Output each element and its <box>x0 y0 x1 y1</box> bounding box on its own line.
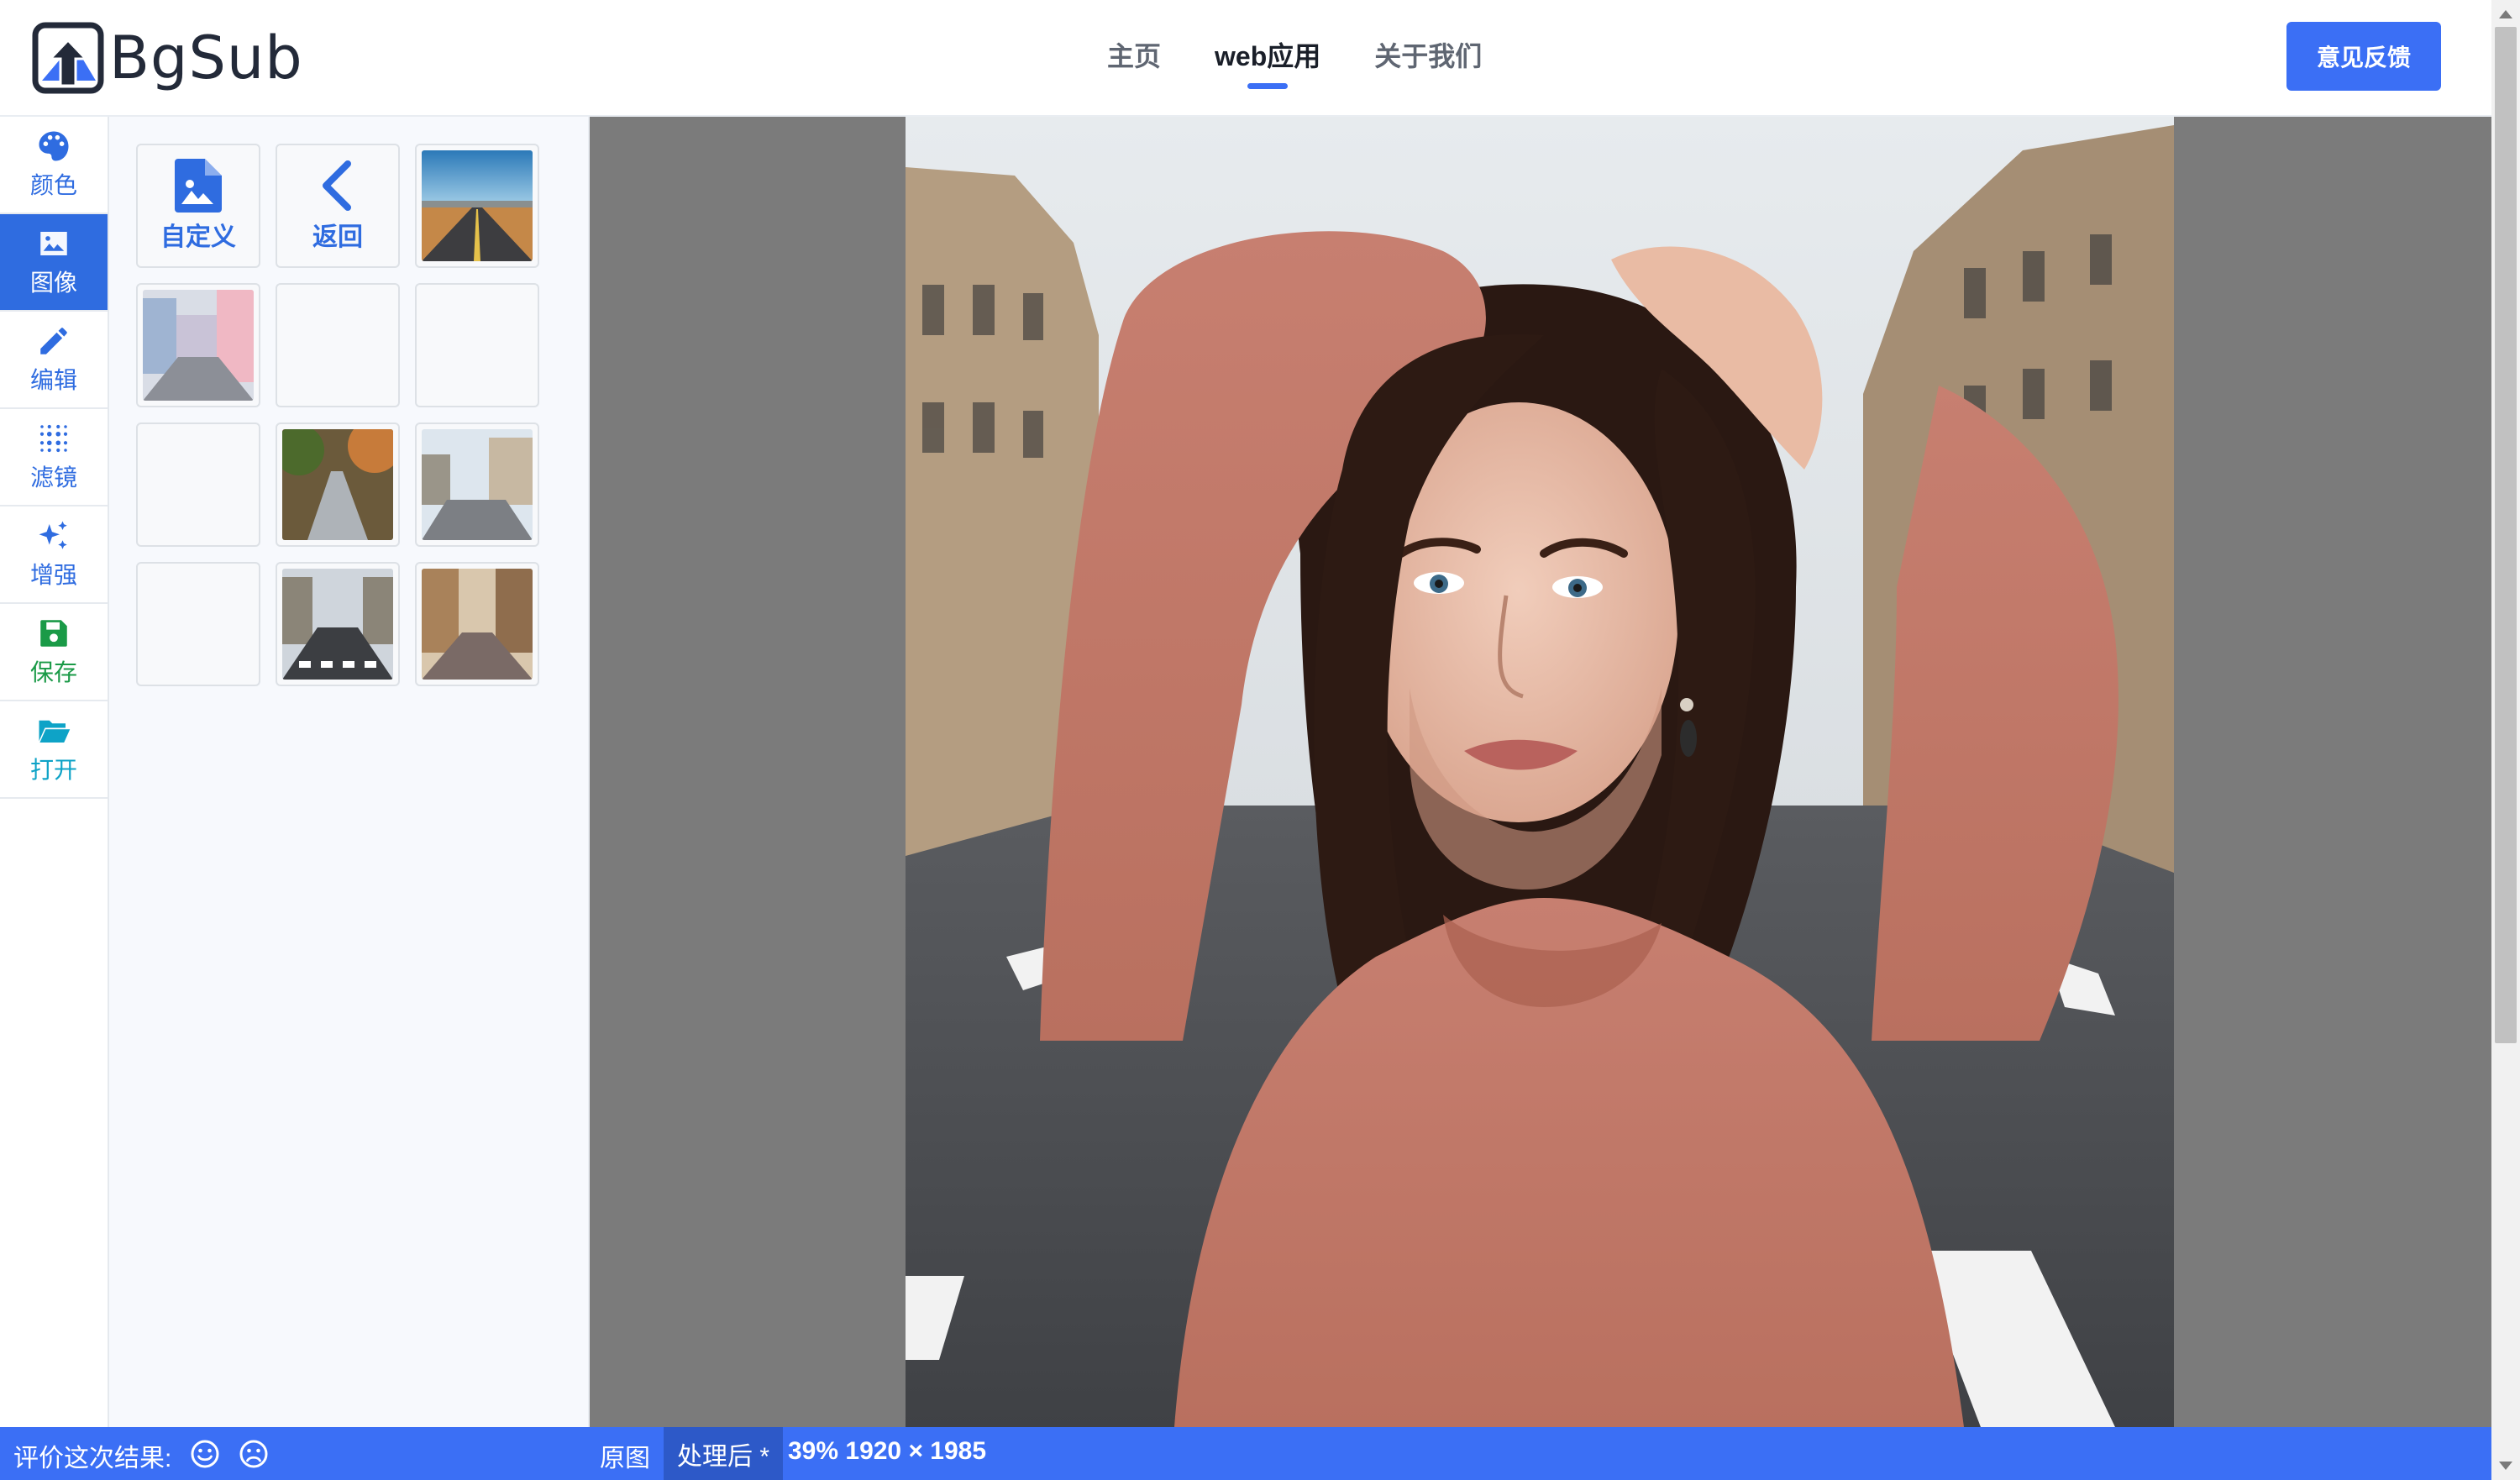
original-view-tab[interactable]: 原图 <box>600 1437 650 1474</box>
background-thumbnail-empty[interactable] <box>136 422 260 547</box>
processed-view-label: 处理后 * <box>677 1442 770 1471</box>
background-thumbnail[interactable] <box>276 422 400 547</box>
city-street-thumbnail <box>422 429 533 540</box>
background-thumbnail[interactable] <box>136 283 260 407</box>
background-thumbnail[interactable] <box>415 144 539 268</box>
main-nav: 主页 web应用 关于我们 <box>1107 32 1482 89</box>
desert-road-thumbnail <box>422 150 533 261</box>
editor-canvas[interactable] <box>590 117 2491 1427</box>
tool-color-label: 颜色 <box>29 172 77 198</box>
happy-face-icon[interactable] <box>190 1439 220 1469</box>
background-thumbnail[interactable] <box>276 562 400 686</box>
tool-open-label: 打开 <box>29 757 77 783</box>
tool-open[interactable]: 打开 <box>0 701 108 799</box>
background-grid: 自定义 返回 <box>136 144 539 686</box>
tool-save[interactable]: 保存 <box>0 604 108 701</box>
pencil-icon <box>40 328 67 354</box>
tool-filter[interactable]: 滤镜 <box>0 409 108 506</box>
background-thumbnail-empty[interactable] <box>276 283 400 407</box>
crosswalk-street-thumbnail <box>282 569 393 680</box>
custom-background-button[interactable]: 自定义 <box>136 144 260 268</box>
custom-label: 自定义 <box>160 223 236 251</box>
filter-dots-icon <box>39 424 68 453</box>
floppy-icon <box>40 620 67 647</box>
file-image-icon <box>175 159 222 213</box>
feedback-button[interactable]: 意见反馈 <box>2286 22 2441 91</box>
palette-icon <box>39 131 69 161</box>
scroll-up-arrow-icon[interactable] <box>2499 10 2512 18</box>
brand-logo[interactable]: BgSub <box>32 20 303 96</box>
app-header: BgSub 主页 web应用 关于我们 意见反馈 <box>0 0 2491 117</box>
tool-edit[interactable]: 编辑 <box>0 312 108 409</box>
background-panel: 自定义 返回 <box>109 117 590 1427</box>
tool-enhance-label: 增强 <box>29 562 77 588</box>
image-icon <box>40 232 67 255</box>
chevron-left-icon <box>323 160 351 211</box>
tool-enhance[interactable]: 增强 <box>0 506 108 604</box>
scroll-down-arrow-icon[interactable] <box>2499 1462 2512 1470</box>
background-thumbnail[interactable] <box>415 422 539 547</box>
pink-street-thumbnail <box>143 290 254 401</box>
scrollbar-thumb[interactable] <box>2495 27 2517 1043</box>
nav-web-app[interactable]: web应用 <box>1215 32 1320 89</box>
nav-about-us[interactable]: 关于我们 <box>1374 32 1482 77</box>
brand-name: BgSub <box>109 24 303 92</box>
sad-face-icon[interactable] <box>239 1439 269 1469</box>
tool-image[interactable]: 图像 <box>0 214 108 312</box>
background-thumbnail-empty[interactable] <box>415 283 539 407</box>
tool-save-label: 保存 <box>29 659 77 685</box>
tool-color[interactable]: 颜色 <box>0 117 108 214</box>
back-button[interactable]: 返回 <box>276 144 400 268</box>
processed-view-tab[interactable]: 处理后 * <box>664 1427 784 1480</box>
logo-icon <box>32 22 104 94</box>
background-thumbnail-empty[interactable] <box>136 562 260 686</box>
background-thumbnail[interactable] <box>415 562 539 686</box>
folder-open-icon <box>39 720 71 743</box>
tool-edit-label: 编辑 <box>29 367 77 393</box>
nav-home[interactable]: 主页 <box>1107 32 1161 77</box>
tool-image-label: 图像 <box>29 270 77 296</box>
tool-filter-label: 滤镜 <box>29 464 77 491</box>
rate-result-label: 评价这次结果: <box>13 1445 172 1472</box>
page-scrollbar[interactable] <box>2491 0 2520 1480</box>
tree-road-thumbnail <box>282 429 393 540</box>
processed-photo[interactable] <box>906 117 2174 1427</box>
zoom-dimensions-readout: 39% 1920 × 1985 <box>788 1437 987 1465</box>
european-street-thumbnail <box>422 569 533 680</box>
tool-rail: 颜色 图像 编辑 滤镜 增强 保存 打开 <box>0 117 109 1427</box>
sparkles-icon <box>39 521 67 549</box>
back-label: 返回 <box>312 223 363 251</box>
bottom-status-bar: 评价这次结果: 原图 处理后 * 39% 1920 × 1985 <box>0 1427 2491 1480</box>
